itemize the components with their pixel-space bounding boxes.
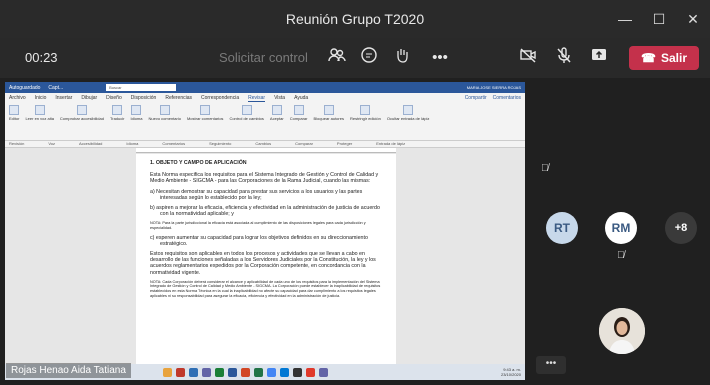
ribbon-new-comment[interactable]: Nuevo comentario <box>149 105 181 121</box>
menu-item[interactable]: Dibujar <box>81 95 97 101</box>
avatar[interactable]: RM <box>605 212 637 244</box>
doc-paragraph: Esta Norma especifica los requisitos par… <box>150 172 379 185</box>
menu-item[interactable]: Inicio <box>35 95 47 101</box>
menu-item[interactable]: Referencias <box>165 95 192 101</box>
minimize-icon[interactable]: — <box>608 0 642 38</box>
ribbon-restrict-editing[interactable]: Restringir edición <box>350 105 381 121</box>
participants-icon[interactable] <box>325 46 349 70</box>
app-icon[interactable] <box>176 367 185 377</box>
menu-item-active[interactable]: Revisar <box>248 95 266 102</box>
word-title-bar: Autoguardado Capt... Buscar MARIA JOSE S… <box>5 82 525 93</box>
doc-heading: 1. OBJETO Y CAMPO DE APLICACIÓN <box>150 160 247 166</box>
teams-meeting-window: Reunión Grupo T2020 — ☐ ✕ 00:23 Solicita… <box>0 0 710 385</box>
share-screen-icon[interactable] <box>587 46 611 70</box>
doc-item-b: b) aspiren a mejorar la eficacia, eficie… <box>150 205 380 218</box>
mic-off-icon: 🎙̸ <box>541 163 549 174</box>
doc-note: NOTA: Cada Corporación deberá considerar… <box>150 279 381 298</box>
phone-icon: ☎ <box>641 51 656 65</box>
maximize-icon[interactable]: ☐ <box>642 0 676 38</box>
title-bar: Reunión Grupo T2020 — ☐ ✕ <box>0 0 710 38</box>
more-options-button[interactable]: ••• <box>536 356 566 374</box>
chat-icon[interactable] <box>357 46 381 70</box>
ribbon-editor[interactable]: Editor <box>9 105 19 121</box>
leave-button[interactable]: ☎ Salir <box>629 46 699 70</box>
taskbar-clock: 9:43 a. m. 23/10/2020 <box>500 367 521 377</box>
shared-screen: Autoguardado Capt... Buscar MARIA JOSE S… <box>5 82 525 380</box>
app-icon[interactable] <box>293 367 302 377</box>
folder-icon[interactable] <box>163 367 172 377</box>
browser-icon[interactable] <box>267 367 276 377</box>
ribbon-show-comments[interactable]: Mostrar comentarios <box>187 105 223 121</box>
menu-item[interactable]: Archivo <box>9 95 26 101</box>
meeting-timer: 00:23 <box>25 50 58 65</box>
raise-hand-icon[interactable] <box>390 46 414 70</box>
ribbon-language[interactable]: Idioma <box>130 105 143 121</box>
doc-note: NOTA: Para la parte jurisdiccional la ef… <box>150 221 366 231</box>
word-search-box[interactable]: Buscar <box>106 84 177 91</box>
app-icon[interactable] <box>306 367 315 377</box>
app-icon[interactable] <box>280 367 289 377</box>
app-icon[interactable] <box>241 367 250 377</box>
menu-item[interactable]: Insertar <box>55 95 72 101</box>
word-user-name: MARIA JOSE SIERRA ROJAS <box>466 85 521 90</box>
meeting-controls: 00:23 Solicitar control ••• <box>0 38 710 78</box>
menu-item[interactable]: Diseño <box>106 95 122 101</box>
mic-off-icon[interactable] <box>552 46 576 70</box>
ribbon-compare[interactable]: Comparar <box>290 105 308 121</box>
close-icon[interactable]: ✕ <box>676 0 710 38</box>
menu-item[interactable]: Ayuda <box>294 95 308 101</box>
document-area: 1. OBJETO Y CAMPO DE APLICACIÓN Esta Nor… <box>5 148 525 370</box>
ribbon-hide-ink[interactable]: Ocultar entrada de lápiz <box>387 105 429 121</box>
document-page[interactable]: 1. OBJETO Y CAMPO DE APLICACIÓN Esta Nor… <box>136 154 396 370</box>
menu-item[interactable]: Disposición <box>131 95 157 101</box>
camera-off-icon[interactable] <box>516 46 540 70</box>
ruler <box>136 148 396 153</box>
comments-link[interactable]: Comentarios <box>493 95 521 101</box>
ribbon-block-authors[interactable]: Bloquear autores <box>314 105 344 121</box>
avatar[interactable]: RT <box>546 212 578 244</box>
word-ribbon: Editor Leer en voz alta Comprobar accesi… <box>5 103 525 141</box>
more-actions-icon[interactable]: ••• <box>428 46 452 70</box>
leave-label: Salir <box>660 51 687 65</box>
ribbon-read-aloud[interactable]: Leer en voz alta <box>25 105 54 121</box>
meeting-title: Reunión Grupo T2020 <box>285 11 425 27</box>
ribbon-accept[interactable]: Aceptar <box>270 105 284 121</box>
more-participants-badge[interactable]: +8 <box>665 212 697 244</box>
ribbon-accessibility[interactable]: Comprobar accesibilidad <box>60 105 104 121</box>
menu-item[interactable]: Vista <box>274 95 285 101</box>
teams-icon[interactable] <box>202 367 211 377</box>
autosave-label: Autoguardado <box>9 84 41 91</box>
app-icon[interactable] <box>319 367 328 377</box>
doc-paragraph: Estos requisitos son aplicables en todos… <box>150 251 376 276</box>
ribbon-track-changes[interactable]: Control de cambios <box>229 105 264 121</box>
mic-off-icon: 🎙̸ <box>617 250 625 261</box>
doc-item-a: a) Necesitan demostrar su capacidad para… <box>150 188 363 201</box>
app-icon[interactable] <box>215 367 224 377</box>
app-icon[interactable] <box>189 367 198 377</box>
ribbon-group-labels: Revisión Voz Accesibilidad Idioma Comentario… <box>5 141 525 148</box>
menu-item[interactable]: Correspondencia <box>201 95 239 101</box>
doc-item-c: c) esperen aumentar su capacidad para lo… <box>150 234 368 247</box>
presenter-name: Rojas Henao Aida Tatiana <box>6 363 131 378</box>
request-control-button[interactable]: Solicitar control <box>219 50 308 65</box>
share-link[interactable]: Compartir <box>465 95 487 101</box>
word-icon[interactable] <box>228 367 237 377</box>
ribbon-translate[interactable]: Traducir <box>110 105 124 121</box>
word-menu-bar: Archivo Inicio Insertar Dibujar Diseño D… <box>5 93 525 103</box>
excel-icon[interactable] <box>254 367 263 377</box>
participant-photo[interactable] <box>599 308 645 354</box>
word-doc-title: Capt... <box>48 84 64 91</box>
